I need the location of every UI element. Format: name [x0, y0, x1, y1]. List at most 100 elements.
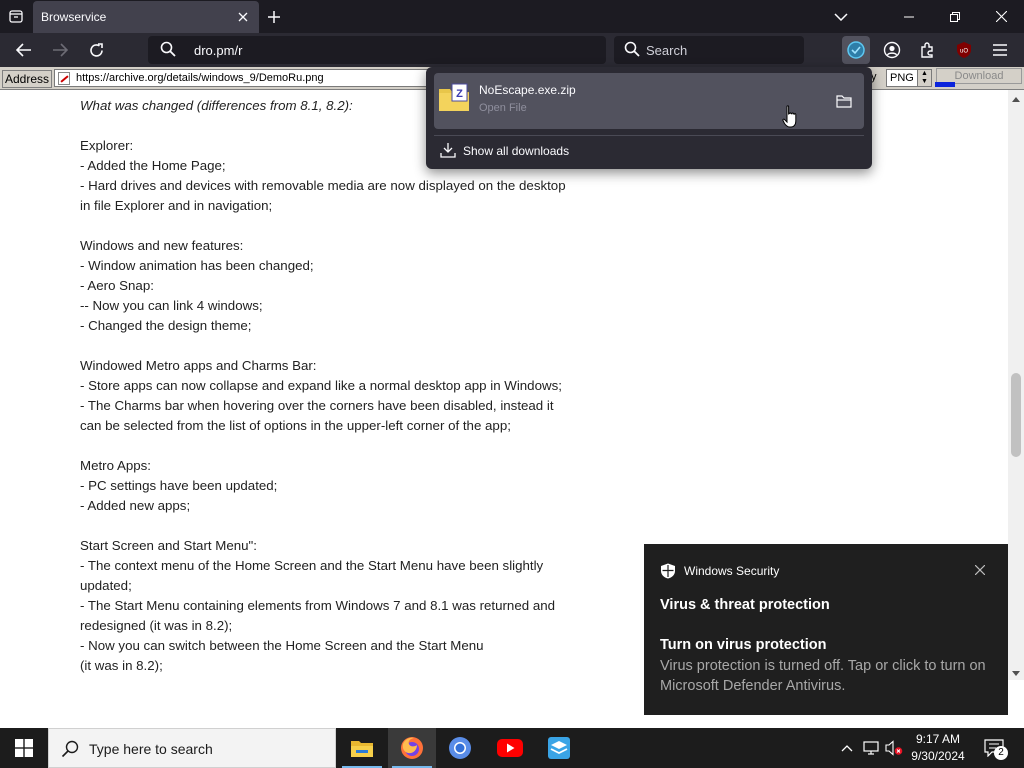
folder-icon[interactable] [834, 91, 854, 111]
article-line: in file Explorer and in navigation; [80, 198, 273, 213]
scroll-down-icon[interactable] [1008, 666, 1024, 680]
search-icon [624, 41, 640, 62]
article-line: Start Screen and Start Menu": [80, 538, 257, 553]
tab-strip: Browservice [0, 0, 1024, 33]
downloads-panel: Z NoEscape.exe.zip Open File Show all do… [426, 67, 872, 169]
file-explorer-icon[interactable] [338, 728, 386, 768]
address-field[interactable]: https://archive.org/details/windows_9/De… [54, 69, 434, 87]
plus-icon[interactable] [264, 7, 284, 27]
scroll-thumb[interactable] [1011, 373, 1021, 457]
article-line: Metro Apps: [80, 458, 151, 473]
mouse-cursor-icon [782, 105, 798, 134]
chromium-icon[interactable] [436, 728, 484, 768]
svg-text:uO: uO [960, 49, 968, 55]
chevron-down-icon[interactable] [830, 6, 852, 28]
back-arrow-icon[interactable] [11, 37, 37, 63]
article-line: - The Start Menu containing elements fro… [80, 598, 556, 613]
system-clock[interactable]: 9:17 AM 9/30/2024 [906, 731, 970, 765]
hamburger-menu-icon[interactable] [986, 36, 1014, 64]
article-line: can be selected from the list of options… [80, 418, 511, 433]
minimize-icon[interactable] [886, 0, 932, 33]
article-line: Windowed Metro apps and Charms Bar: [80, 358, 317, 373]
article-line: -- Now you can link 4 windows; [80, 298, 263, 313]
download-progress-bar [935, 82, 955, 87]
article-line: - Hard drives and devices with removable… [80, 178, 566, 193]
navigation-toolbar: dro.pm/r Search uO [0, 33, 1024, 67]
taskbar: Type here to search 9:17 AM 9/30/2024 2 [0, 728, 1024, 768]
article-line: - The Charms bar when hovering over the … [80, 398, 554, 413]
article-line: redesigned (it was in 8.2); [80, 618, 233, 633]
article-line: - Aero Snap: [80, 278, 154, 293]
url-text: dro.pm/r [194, 43, 243, 58]
download-status[interactable]: Open File [479, 102, 527, 114]
volume-muted-icon[interactable] [884, 738, 904, 758]
vertical-scrollbar[interactable] [1008, 90, 1024, 680]
chevron-up-icon[interactable] [837, 738, 857, 758]
close-icon[interactable] [235, 9, 251, 25]
browser-tab[interactable]: Browservice [33, 1, 259, 33]
divider [434, 135, 864, 136]
windows-security-notification[interactable]: Windows Security Virus & threat protecti… [644, 544, 1008, 715]
search-icon [61, 740, 79, 763]
page-icon [58, 72, 70, 85]
tab-title: Browservice [41, 10, 107, 24]
address-value: https://archive.org/details/windows_9/De… [76, 72, 324, 84]
article-line: - PC settings have been updated; [80, 478, 278, 493]
notification-title: Turn on virus protection [660, 637, 827, 653]
ublock-icon[interactable]: uO [950, 36, 978, 64]
extensions-icon[interactable] [914, 36, 942, 64]
clock-date: 9/30/2024 [911, 749, 965, 763]
forward-arrow-icon[interactable] [47, 37, 73, 63]
article-line: - Now you can switch between the Home Sc… [80, 638, 484, 653]
article-line: - Added new apps; [80, 498, 191, 513]
download-icon [440, 142, 456, 163]
article-line: (it was in 8.2); [80, 658, 163, 673]
format-select[interactable]: PNG ▲ ▼ [886, 69, 932, 87]
taskbar-search-placeholder: Type here to search [89, 741, 213, 757]
article-line: - The context menu of the Home Screen an… [80, 558, 544, 573]
network-icon[interactable] [861, 738, 881, 758]
svg-text:Z: Z [456, 88, 463, 100]
search-icon [160, 41, 176, 62]
article-text: What was changed (differences from 8.1, … [80, 96, 620, 676]
search-placeholder: Search [646, 43, 688, 58]
format-value: PNG [890, 72, 914, 84]
windows-logo-icon[interactable] [0, 728, 48, 768]
notification-app-name: Windows Security [684, 564, 780, 578]
address-label: Address [2, 70, 53, 88]
search-bar[interactable]: Search [614, 36, 804, 64]
account-icon[interactable] [878, 36, 906, 64]
tab-list-icon[interactable] [4, 4, 28, 28]
taskbar-search-box[interactable]: Type here to search [48, 728, 336, 768]
restore-icon[interactable] [932, 0, 978, 33]
youtube-icon[interactable] [486, 728, 534, 768]
show-all-downloads-label: Show all downloads [463, 144, 570, 158]
download-file-name: NoEscape.exe.zip [479, 83, 576, 97]
download-progress-icon[interactable] [842, 36, 870, 64]
clock-time: 9:17 AM [915, 732, 961, 746]
reload-icon[interactable] [83, 37, 109, 63]
shield-icon [660, 563, 676, 584]
show-all-downloads-button[interactable]: Show all downloads [434, 139, 864, 163]
article-line: Windows and new features: [80, 238, 244, 253]
firefox-icon[interactable] [388, 728, 436, 768]
notification-headline: Virus & threat protection [660, 597, 830, 613]
download-item[interactable]: Z NoEscape.exe.zip Open File [434, 73, 864, 129]
notification-body: Virus protection is turned off. Tap or c… [660, 658, 986, 694]
close-icon[interactable] [972, 562, 988, 578]
spinner-arrows-icon[interactable]: ▲ ▼ [917, 70, 931, 86]
article-line: updated; [80, 578, 132, 593]
article-line: - Window animation has been changed; [80, 258, 314, 273]
app-icon[interactable] [535, 728, 583, 768]
notification-count-badge: 2 [994, 746, 1008, 760]
scroll-up-icon[interactable] [1008, 92, 1024, 106]
close-icon[interactable] [978, 0, 1024, 33]
notification-icon[interactable]: 2 [980, 736, 1008, 760]
article-line: - Changed the design theme; [80, 318, 252, 333]
zip-file-icon: Z [438, 82, 470, 114]
url-bar[interactable]: dro.pm/r [148, 36, 606, 64]
